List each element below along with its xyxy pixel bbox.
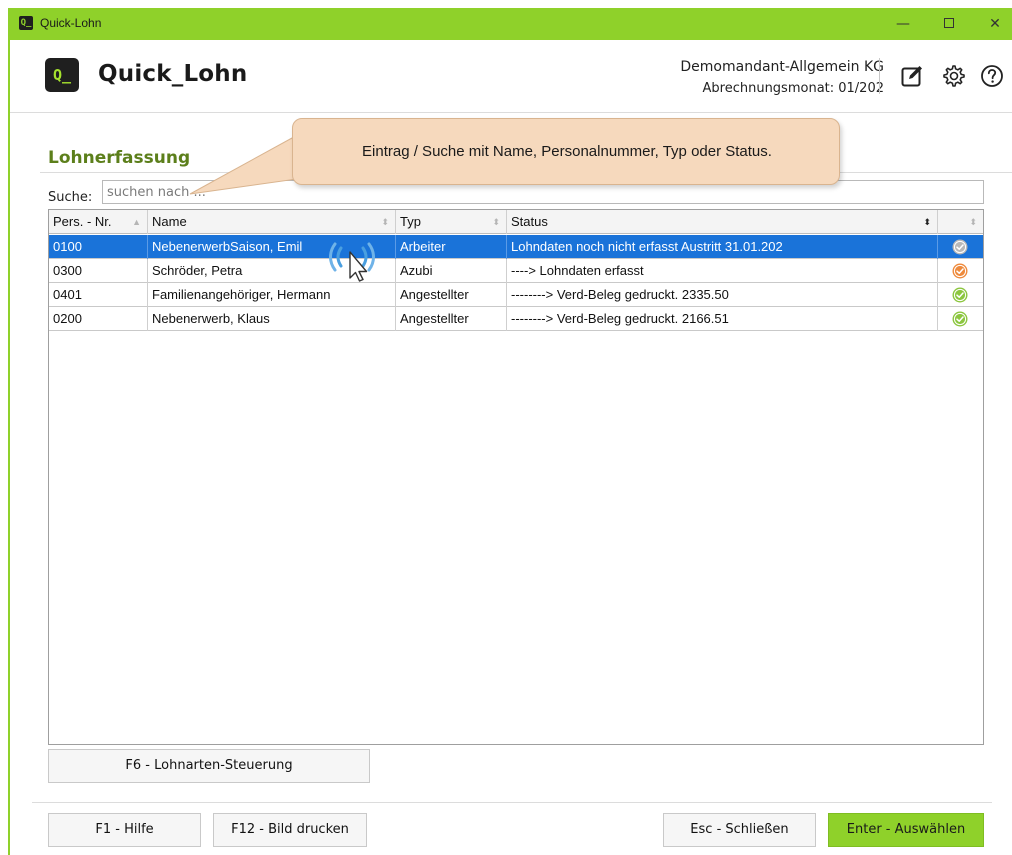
cell-typ: Angestellter xyxy=(396,307,507,331)
app-window: Q_ Quick-Lohn — ✕ Q_ Quick_Lohn Demomand… xyxy=(8,8,1012,855)
app-name: Quick_Lohn xyxy=(98,61,248,87)
maximize-icon xyxy=(944,18,954,28)
table-row[interactable]: 0100 NebenerwerbSaison, Emil Arbeiter Lohnd… xyxy=(49,235,983,259)
table-header: Pers. - Nr. ▲ Name ⬍ Typ ⬍ Status ⬍ ⬍ xyxy=(49,210,983,234)
window-title: Quick-Lohn xyxy=(40,16,102,30)
cell-status: ----> Lohndaten erfasst xyxy=(507,259,938,283)
app-icon: Q_ xyxy=(19,16,33,30)
mouse-cursor-icon xyxy=(329,242,375,282)
cell-pers-nr: 0300 xyxy=(49,259,148,283)
check-circle-icon xyxy=(952,287,968,303)
column-header-name[interactable]: Name ⬍ xyxy=(148,210,396,234)
page-title: Lohnerfassung xyxy=(48,148,191,168)
column-header-typ[interactable]: Typ ⬍ xyxy=(396,210,507,234)
cell-typ: Arbeiter xyxy=(396,235,507,259)
sort-icon: ⬍ xyxy=(492,217,500,227)
check-circle-icon xyxy=(952,239,968,255)
company-name: Demomandant-Allgemein KG xyxy=(680,59,884,75)
employee-table: Pers. - Nr. ▲ Name ⬍ Typ ⬍ Status ⬍ ⬍ 0100 Ne… xyxy=(48,209,984,745)
cell-pers-nr: 0100 xyxy=(49,235,148,259)
help-tooltip: Eintrag / Suche mit Name, Personalnummer… xyxy=(292,118,840,185)
column-header-nr[interactable]: Pers. - Nr. ▲ xyxy=(49,210,148,234)
cell-name: Familienangehöriger, Hermann xyxy=(148,283,396,307)
company-info: Demomandant-Allgemein KG Abrechnungsmona… xyxy=(680,56,884,100)
maximize-button[interactable] xyxy=(926,8,972,40)
cell-status-indicator xyxy=(938,235,983,259)
app-logo: Q_ xyxy=(45,58,79,92)
sort-icon: ⬍ xyxy=(381,217,389,227)
cell-name: Nebenerwerb, Klaus xyxy=(148,307,396,331)
cell-status: --------> Verd-Beleg gedruckt. 2166.51 xyxy=(507,307,938,331)
cell-typ: Azubi xyxy=(396,259,507,283)
table-row[interactable]: 0401 Familienangehöriger, Hermann Angestel… xyxy=(49,283,983,307)
cell-pers-nr: 0200 xyxy=(49,307,148,331)
select-button[interactable]: Enter - Auswählen xyxy=(828,813,984,847)
cell-status-indicator xyxy=(938,307,983,331)
check-circle-icon xyxy=(952,311,968,327)
search-label: Suche: xyxy=(48,190,93,205)
cell-pers-nr: 0401 xyxy=(49,283,148,307)
sort-icon: ▲ xyxy=(132,217,141,227)
help-button[interactable]: F1 - Hilfe xyxy=(48,813,201,847)
sort-icon: ⬍ xyxy=(969,217,977,227)
gear-icon[interactable] xyxy=(942,64,966,88)
help-icon[interactable] xyxy=(980,64,1004,88)
cell-status: Lohndaten noch nicht erfasst Austritt 31… xyxy=(507,235,938,259)
column-header-indicator[interactable]: ⬍ xyxy=(938,210,983,234)
cell-status-indicator xyxy=(938,283,983,307)
table-row[interactable]: 0300 Schröder, Petra Azubi ----> Lohndaten … xyxy=(49,259,983,283)
sort-active-icon: ⬍ xyxy=(923,217,931,227)
tooltip-tail xyxy=(189,137,305,195)
close-button[interactable]: ✕ xyxy=(972,8,1012,40)
header-divider xyxy=(879,58,880,94)
table-row[interactable]: 0200 Nebenerwerb, Klaus Angestellter ------… xyxy=(49,307,983,331)
title-bar[interactable]: Q_ Quick-Lohn — ✕ xyxy=(10,8,1012,40)
footer-divider xyxy=(32,802,992,803)
lohnarten-steuerung-button[interactable]: F6 - Lohnarten-Steuerung xyxy=(48,749,370,783)
column-header-status[interactable]: Status ⬍ xyxy=(507,210,938,234)
billing-month: Abrechnungsmonat: 01/202 xyxy=(702,81,885,96)
cell-typ: Angestellter xyxy=(396,283,507,307)
cell-status-indicator xyxy=(938,259,983,283)
header-divider-line xyxy=(10,112,1012,113)
cell-status: --------> Verd-Beleg gedruckt. 2335.50 xyxy=(507,283,938,307)
tooltip-text: Eintrag / Suche mit Name, Personalnummer… xyxy=(362,143,772,160)
check-circle-icon xyxy=(952,263,968,279)
minimize-button[interactable]: — xyxy=(880,8,926,40)
print-screen-button[interactable]: F12 - Bild drucken xyxy=(213,813,367,847)
close-dialog-button[interactable]: Esc - Schließen xyxy=(663,813,816,847)
edit-icon[interactable] xyxy=(900,64,924,88)
